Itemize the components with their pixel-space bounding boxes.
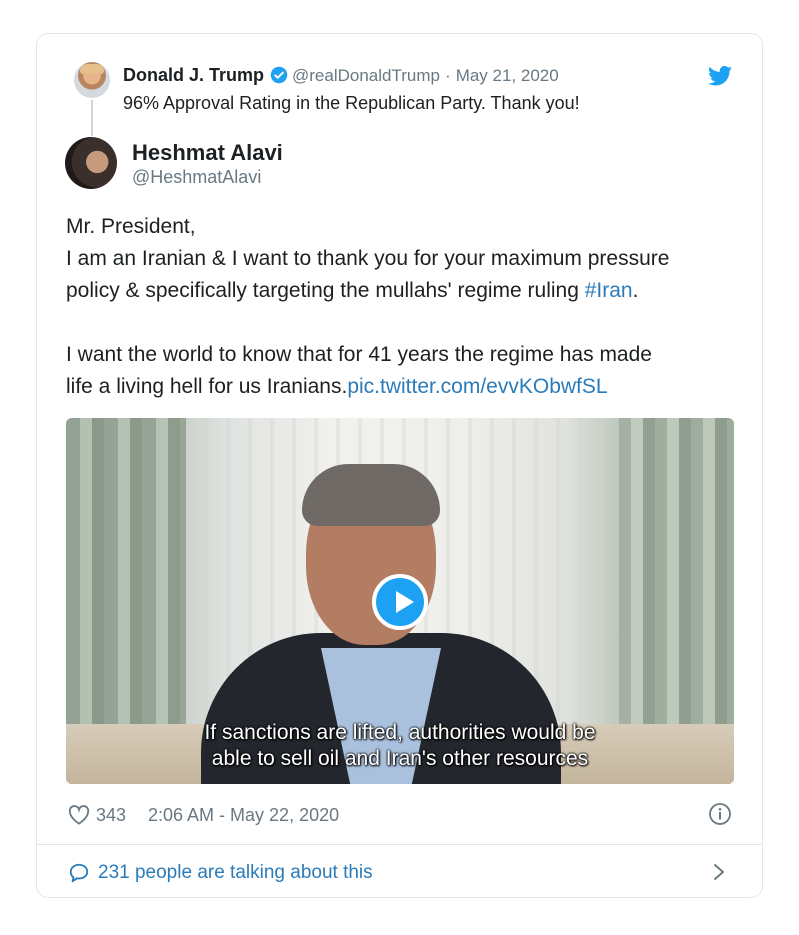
pic-link[interactable]: pic.twitter.com/evvKObwfSL bbox=[347, 375, 607, 398]
embedded-tweet-card: Donald J. Trump @realDonaldTrump · May 21… bbox=[36, 33, 763, 898]
video-subtitle: If sanctions are lifted, authorities wou… bbox=[66, 720, 734, 772]
tweet-meta-row: 343 2:06 AM - May 22, 2020 bbox=[66, 801, 734, 831]
conversation-link[interactable]: 231 people are talking about this bbox=[66, 856, 734, 890]
thread-line bbox=[91, 100, 93, 136]
chevron-right-icon[interactable] bbox=[712, 862, 726, 887]
twitter-bird-icon[interactable] bbox=[708, 65, 732, 91]
tweet-line: I want the world to know that for 41 yea… bbox=[66, 343, 652, 366]
play-icon[interactable] bbox=[372, 574, 428, 630]
verified-icon bbox=[270, 66, 288, 89]
tweet-timestamp[interactable]: 2:06 AM - May 22, 2020 bbox=[148, 805, 339, 826]
tweet-line-text: . bbox=[632, 279, 639, 302]
heart-icon[interactable] bbox=[68, 805, 90, 830]
hashtag-link[interactable]: #Iran bbox=[585, 279, 633, 302]
video-player[interactable]: If sanctions are lifted, authorities wou… bbox=[66, 418, 734, 784]
parent-tweet-text: 96% Approval Rating in the Republican Pa… bbox=[123, 93, 580, 113]
author-avatar[interactable] bbox=[65, 137, 117, 189]
author-name[interactable]: Heshmat Alavi bbox=[132, 140, 283, 166]
like-count[interactable]: 343 bbox=[96, 805, 126, 826]
tweet-line-text: policy & specifically targeting the mull… bbox=[66, 279, 585, 302]
author-handle[interactable]: @HeshmatAlavi bbox=[132, 167, 261, 188]
parent-avatar[interactable] bbox=[74, 62, 110, 98]
tweet-line: Mr. President, bbox=[66, 215, 196, 238]
subtitle-line: able to sell oil and Iran's other resour… bbox=[211, 747, 589, 770]
video-person-hair bbox=[302, 464, 440, 526]
divider bbox=[37, 844, 762, 845]
tweet-line: life a living hell for us Iranians.pic.t… bbox=[66, 371, 746, 403]
parent-date[interactable]: May 21, 2020 bbox=[456, 66, 559, 85]
tweet-body: Mr. President, I am an Iranian & I want … bbox=[66, 211, 746, 403]
subtitle-line: If sanctions are lifted, authorities wou… bbox=[204, 721, 596, 744]
meta-separator: · bbox=[445, 66, 451, 85]
tweet-line-text: life a living hell for us Iranians. bbox=[66, 375, 348, 398]
info-icon[interactable] bbox=[708, 802, 732, 831]
parent-handle[interactable]: @realDonaldTrump bbox=[292, 66, 440, 85]
parent-author-name[interactable]: Donald J. Trump bbox=[123, 65, 264, 85]
parent-tweet[interactable]: Donald J. Trump @realDonaldTrump · May 21… bbox=[37, 34, 762, 154]
parent-header: Donald J. Trump @realDonaldTrump · May 21… bbox=[123, 64, 559, 89]
talking-count-text[interactable]: 231 people are talking about this bbox=[98, 862, 373, 884]
tweet-line: policy & specifically targeting the mull… bbox=[66, 275, 746, 307]
tweet-line: I am an Iranian & I want to thank you fo… bbox=[66, 247, 670, 270]
speech-bubble-icon bbox=[68, 862, 90, 889]
